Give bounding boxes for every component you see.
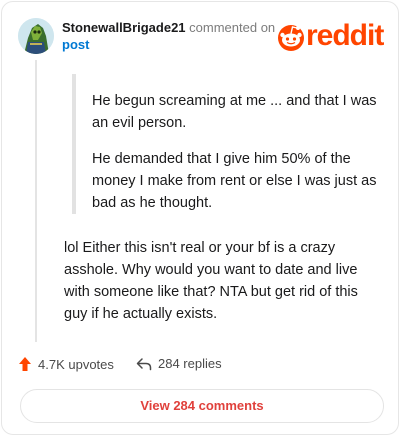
quote-paragraph: He begun screaming at me ... and that I … <box>92 93 377 131</box>
reddit-logo[interactable]: reddit <box>276 20 384 54</box>
view-comments-button[interactable]: View 284 comments <box>20 389 384 423</box>
upvote-button[interactable]: 4.7K upvotes <box>18 356 114 372</box>
comment-card: StonewallBrigade21 commented on post red… <box>1 1 399 435</box>
upvote-count: 4.7K upvotes <box>38 356 114 372</box>
author-line: StonewallBrigade21 commented on <box>62 20 275 36</box>
thread-line[interactable] <box>35 60 37 342</box>
quote-block: He begun screaming at me ... and that I … <box>72 74 382 214</box>
comment-body: lol Either this isn't real or your bf is… <box>64 240 358 322</box>
avatar-image <box>18 18 54 54</box>
upvote-arrow-icon <box>19 357 31 371</box>
reddit-snoo-icon <box>278 25 304 51</box>
author-name[interactable]: StonewallBrigade21 <box>62 20 186 35</box>
comment-action-text: commented on <box>189 20 276 35</box>
reply-count: 284 replies <box>158 356 222 371</box>
quote-paragraph: He demanded that I give him 50% of the m… <box>92 151 377 211</box>
replies-button[interactable]: 284 replies <box>136 356 222 371</box>
reply-arrow-icon <box>136 357 152 370</box>
comment-header: StonewallBrigade21 commented on post red… <box>18 16 384 56</box>
post-link[interactable]: post <box>62 37 89 53</box>
avatar[interactable] <box>18 18 54 54</box>
reddit-wordmark: reddit <box>306 19 384 52</box>
